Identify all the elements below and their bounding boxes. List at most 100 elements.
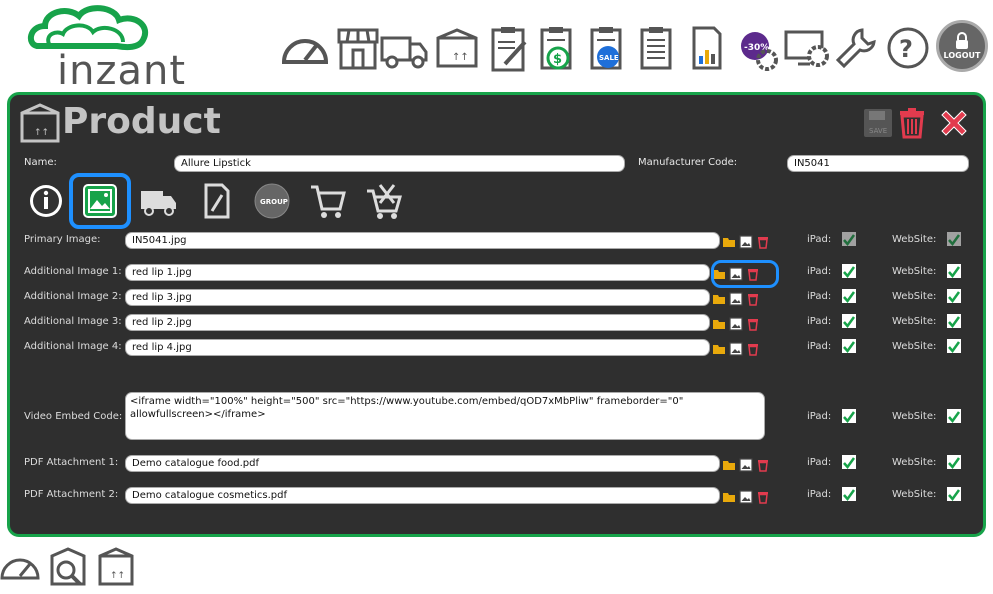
check-icon	[948, 411, 961, 424]
save-button[interactable]: SAVE	[862, 107, 894, 139]
ipad-label: iPad:	[807, 489, 832, 500]
product-panel: ↑↑ Product SAVE Name: Allure Lipstick Ma…	[7, 92, 986, 537]
documents-tab[interactable]	[196, 181, 236, 221]
website-label: WebSite:	[892, 341, 937, 352]
name-field[interactable]: Allure Lipstick	[174, 155, 625, 172]
trash-icon[interactable]	[756, 234, 770, 249]
report-chart-icon[interactable]	[682, 24, 732, 74]
ipad-checkbox[interactable]	[842, 455, 856, 470]
ipad-checkbox[interactable]	[842, 487, 856, 502]
logout-label: LOGOUT	[943, 51, 981, 60]
ipad-checkbox[interactable]	[842, 264, 856, 279]
website-checkbox[interactable]	[947, 455, 961, 470]
ipad-checkbox[interactable]	[842, 339, 856, 354]
website-label: WebSite:	[892, 457, 937, 468]
trash-icon[interactable]	[746, 291, 760, 306]
website-checkbox[interactable]	[947, 409, 961, 424]
help-icon[interactable]: ?	[884, 24, 934, 74]
images-tab[interactable]	[69, 173, 131, 229]
sale-clipboard-icon[interactable]: SALE	[582, 24, 632, 74]
svg-text:↑↑: ↑↑	[452, 52, 469, 63]
file-field[interactable]: red lip 1.jpg	[125, 264, 710, 281]
website-label: WebSite:	[892, 316, 937, 327]
svg-text:SAVE: SAVE	[869, 127, 887, 135]
file-field[interactable]: Demo catalogue cosmetics.pdf	[125, 487, 720, 504]
svg-text:↑↑: ↑↑	[110, 571, 125, 581]
group-tab[interactable]: GROUP	[252, 181, 292, 221]
svg-text:↑↑: ↑↑	[34, 128, 49, 138]
folder-icon[interactable]	[722, 457, 736, 471]
image-preview-icon[interactable]	[739, 234, 753, 249]
group-icon: GROUP	[254, 183, 290, 219]
trash-icon[interactable]	[746, 316, 760, 331]
cart-tab[interactable]	[308, 181, 348, 221]
delivery-tab[interactable]	[139, 181, 179, 221]
store-icon[interactable]	[333, 24, 383, 74]
manufacturer-code-field[interactable]: IN5041	[787, 155, 969, 172]
row-label: Additional Image 2:	[24, 291, 122, 302]
ipad-label: iPad:	[807, 316, 832, 327]
logout-button[interactable]: LOGOUT	[936, 20, 988, 72]
folder-icon[interactable]	[722, 489, 736, 503]
folder-icon[interactable]	[722, 234, 736, 248]
website-checkbox[interactable]	[947, 314, 961, 329]
inzant-logo[interactable]: inzant	[27, 4, 185, 94]
price-clipboard-icon[interactable]: $	[532, 24, 582, 74]
page-title: Product	[62, 101, 221, 142]
website-checkbox[interactable]	[947, 264, 961, 279]
name-label: Name:	[24, 157, 57, 168]
search-product-icon[interactable]	[48, 546, 88, 588]
ipad-checkbox[interactable]	[842, 289, 856, 304]
dashboard-gauge-icon[interactable]	[280, 24, 330, 74]
image-preview-icon[interactable]	[729, 316, 743, 331]
ipad-label: iPad:	[807, 291, 832, 302]
row-label: PDF Attachment 1:	[24, 457, 119, 468]
file-field[interactable]: red lip 4.jpg	[125, 339, 710, 356]
discount-gear-icon[interactable]: -30%	[733, 24, 783, 74]
product-box-icon[interactable]: ↑↑	[96, 546, 136, 588]
settings-monitor-icon[interactable]	[782, 24, 832, 74]
ipad-checkbox[interactable]	[842, 232, 856, 247]
ipad-label: iPad:	[807, 341, 832, 352]
folder-icon[interactable]	[712, 341, 726, 355]
website-label: WebSite:	[892, 291, 937, 302]
image-preview-icon[interactable]	[739, 457, 753, 472]
folder-icon[interactable]	[712, 291, 726, 305]
file-field[interactable]: Demo catalogue food.pdf	[125, 455, 720, 472]
trash-icon[interactable]	[746, 341, 760, 356]
image-icon	[83, 184, 117, 218]
trash-icon[interactable]	[756, 489, 770, 504]
website-checkbox[interactable]	[947, 232, 961, 247]
close-button[interactable]	[938, 107, 970, 139]
image-preview-icon[interactable]	[729, 291, 743, 306]
dashboard-gauge-icon[interactable]	[0, 546, 40, 588]
website-checkbox[interactable]	[947, 339, 961, 354]
folder-icon[interactable]	[712, 316, 726, 330]
file-field[interactable]: red lip 3.jpg	[125, 289, 710, 306]
tools-wrench-icon[interactable]	[832, 24, 882, 74]
delete-button[interactable]	[896, 107, 928, 139]
video-embed-field[interactable]: <iframe width="100%" height="500" src="h…	[125, 392, 765, 440]
file-field[interactable]: IN5041.jpg	[125, 232, 720, 249]
image-preview-icon[interactable]	[739, 489, 753, 504]
info-tab[interactable]	[26, 181, 66, 221]
save-icon: SAVE	[864, 109, 892, 137]
svg-text:GROUP: GROUP	[260, 198, 288, 206]
product-box-icon[interactable]: ↑↑	[432, 24, 482, 74]
row-label: Additional Image 4:	[24, 341, 122, 352]
ipad-label: iPad:	[807, 266, 832, 277]
svg-text:-30%: -30%	[744, 43, 769, 53]
file-field[interactable]: red lip 2.jpg	[125, 314, 710, 331]
clipboard-edit-icon[interactable]	[485, 24, 535, 74]
tools-cart-tab[interactable]	[364, 181, 404, 221]
delivery-truck-icon[interactable]	[380, 24, 430, 74]
ipad-checkbox[interactable]	[842, 409, 856, 424]
trash-icon[interactable]	[756, 457, 770, 472]
list-clipboard-icon[interactable]	[632, 24, 682, 74]
delivery-truck-icon	[141, 191, 176, 216]
image-preview-icon[interactable]	[729, 341, 743, 356]
website-checkbox[interactable]	[947, 487, 961, 502]
ipad-checkbox[interactable]	[842, 314, 856, 329]
check-icon	[843, 411, 856, 424]
website-checkbox[interactable]	[947, 289, 961, 304]
